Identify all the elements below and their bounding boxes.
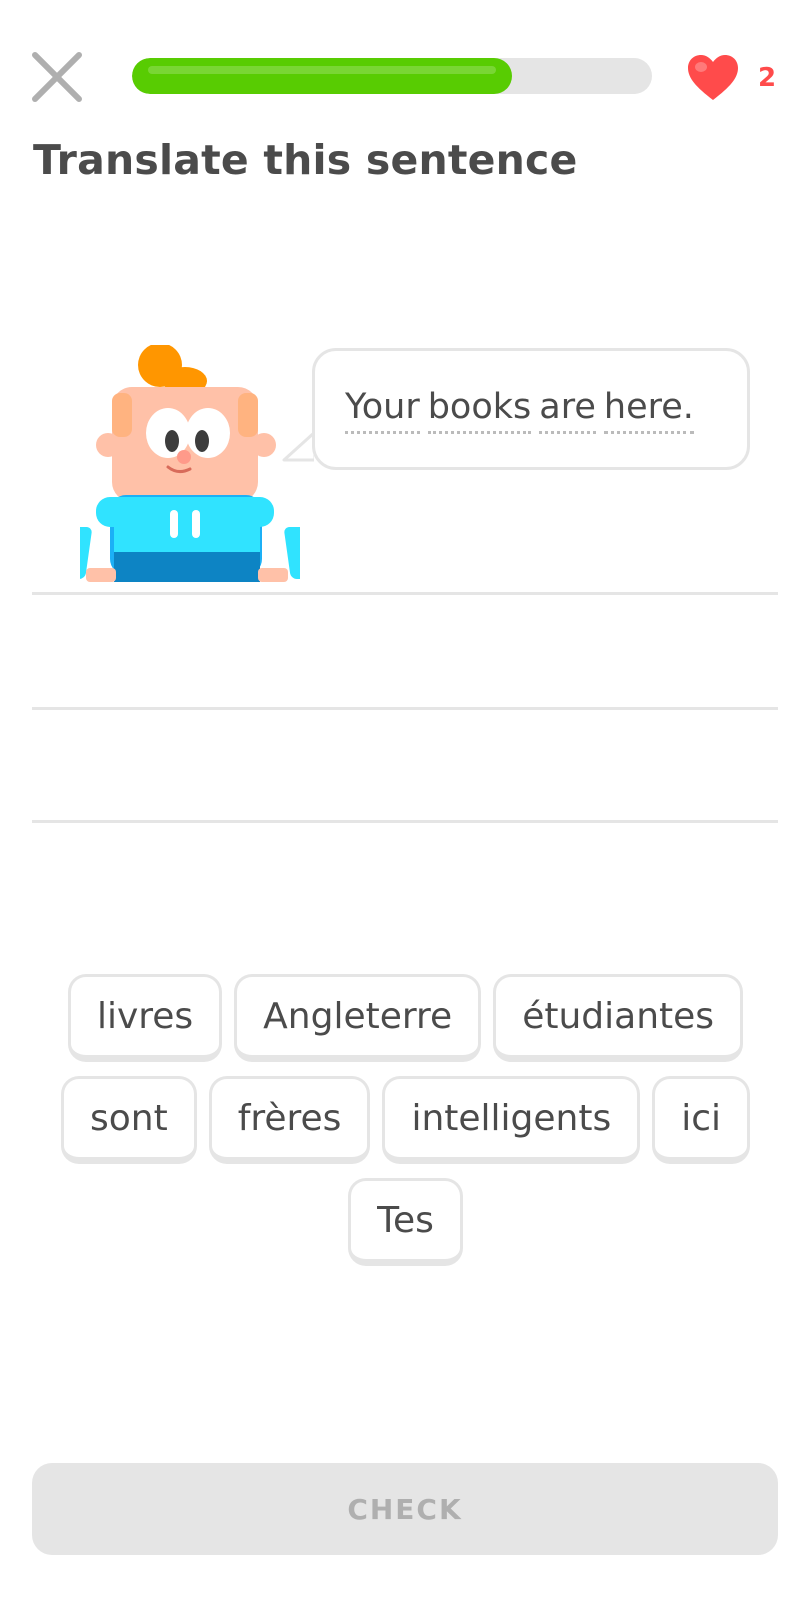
word-chip-etudiantes[interactable]: étudiantes xyxy=(493,974,744,1062)
speech-bubble: Your books are here. xyxy=(312,348,750,470)
word-chip-angleterre[interactable]: Angleterre xyxy=(234,974,482,1062)
answer-line-1 xyxy=(32,592,778,595)
hearts-count: 2 xyxy=(758,63,777,93)
answer-line-2 xyxy=(32,707,778,710)
close-button[interactable] xyxy=(30,50,84,104)
answer-line-3 xyxy=(32,820,778,823)
page-title: Translate this sentence xyxy=(33,136,578,184)
word-chip-ici[interactable]: ici xyxy=(652,1076,751,1164)
word-chip-sont[interactable]: sont xyxy=(60,1076,197,1164)
word-bank-row: livres Angleterre étudiantes xyxy=(0,974,811,1062)
word-chip-intelligents[interactable]: intelligents xyxy=(382,1076,641,1164)
prompt-word[interactable]: here. xyxy=(603,385,694,434)
word-bank-row: sont frères intelligents ici xyxy=(0,1076,811,1164)
progress-fill xyxy=(132,58,512,94)
word-bank: livres Angleterre étudiantes sont frères… xyxy=(0,974,811,1280)
lesson-progress-bar xyxy=(132,58,652,94)
word-chip-livres[interactable]: livres xyxy=(67,974,223,1062)
character-illustration xyxy=(80,345,300,582)
prompt-word[interactable]: books xyxy=(427,385,532,434)
prompt-word[interactable]: are xyxy=(539,385,596,434)
heart-icon xyxy=(688,55,738,100)
progress-shine xyxy=(148,66,496,74)
prompt-word[interactable]: Your xyxy=(345,385,420,434)
hearts-counter[interactable]: 2 xyxy=(686,54,776,102)
word-chip-freres[interactable]: frères xyxy=(208,1076,371,1164)
word-chip-tes[interactable]: Tes xyxy=(348,1178,463,1266)
close-icon xyxy=(32,52,82,102)
word-bank-row: Tes xyxy=(0,1178,811,1266)
prompt-sentence: Your books are here. xyxy=(345,385,702,434)
check-button[interactable]: CHECK xyxy=(32,1463,778,1555)
